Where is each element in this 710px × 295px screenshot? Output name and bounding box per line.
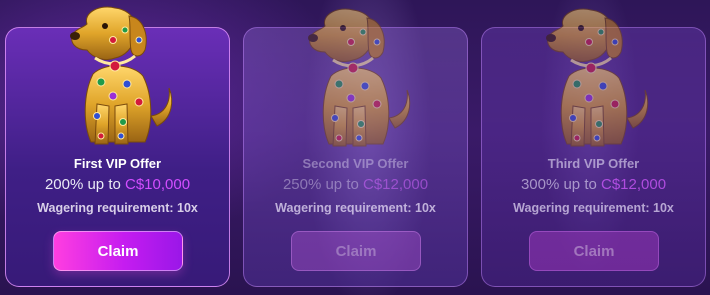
offer-bonus-prefix: 300% up to <box>520 176 601 193</box>
offer-bonus: 200% up to C$10,000 <box>6 176 229 193</box>
offer-bonus-amount: C$12,000 <box>601 176 667 193</box>
offer-card-first: First VIP Offer 200% up to C$10,000 Wage… <box>5 27 230 287</box>
offer-bonus-prefix: 250% up to <box>282 176 363 193</box>
offer-card-second: Second VIP Offer 250% up to C$12,000 Wag… <box>243 27 468 287</box>
offer-bonus-amount: C$12,000 <box>363 176 429 193</box>
offer-bonus: 250% up to C$12,000 <box>244 176 467 193</box>
offer-bonus-amount: C$10,000 <box>125 176 191 193</box>
offer-title: First VIP Offer <box>73 156 162 171</box>
jeweled-golden-dog-icon <box>529 6 659 156</box>
offer-bonus-prefix: 200% up to <box>44 176 125 193</box>
offer-title: Second VIP Offer <box>302 156 409 171</box>
claim-button-disabled[interactable]: Claim <box>291 231 421 271</box>
jeweled-golden-dog-icon <box>291 6 421 156</box>
claim-button-disabled[interactable]: Claim <box>529 231 659 271</box>
wagering-requirement: Wagering requirement: 10x <box>513 201 674 215</box>
wagering-requirement: Wagering requirement: 10x <box>275 201 436 215</box>
offer-bonus: 300% up to C$12,000 <box>482 176 705 193</box>
offer-card-third: Third VIP Offer 300% up to C$12,000 Wage… <box>481 27 706 287</box>
wagering-requirement: Wagering requirement: 10x <box>37 201 198 215</box>
claim-button[interactable]: Claim <box>53 231 183 271</box>
vip-offers-panel: First VIP Offer 200% up to C$10,000 Wage… <box>0 0 710 295</box>
jeweled-golden-dog-icon <box>53 4 183 154</box>
offer-title: Third VIP Offer <box>547 156 640 171</box>
